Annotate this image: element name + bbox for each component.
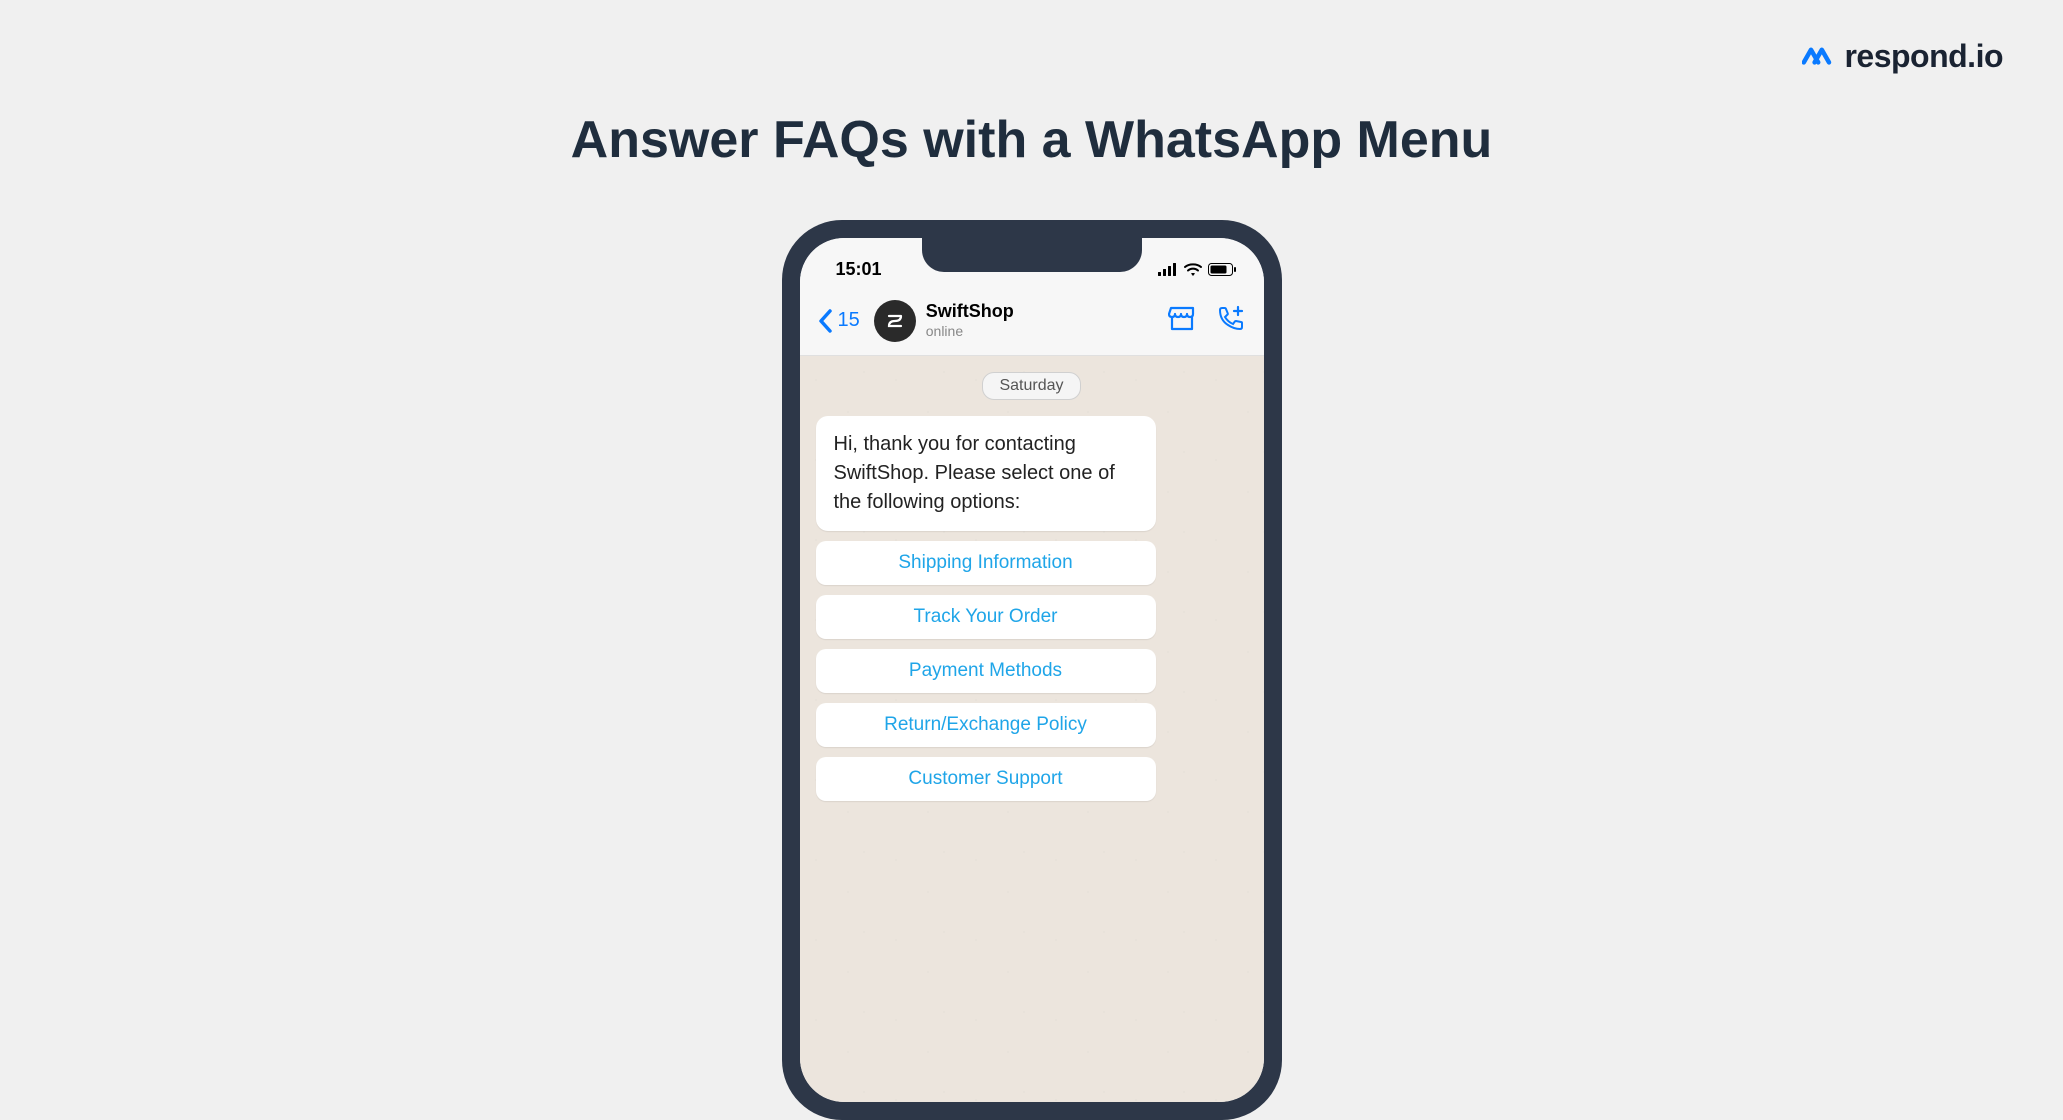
- avatar-logo-icon: [884, 310, 906, 332]
- wifi-icon: [1184, 263, 1202, 276]
- contact-name: SwiftShop: [926, 301, 1158, 323]
- status-time: 15:01: [836, 259, 882, 280]
- menu-option-support[interactable]: Customer Support: [816, 757, 1156, 801]
- bot-message: Hi, thank you for contacting SwiftShop. …: [816, 416, 1156, 531]
- back-count[interactable]: 15: [838, 309, 860, 332]
- storefront-icon: [1168, 305, 1196, 331]
- call-button[interactable]: [1218, 305, 1246, 336]
- battery-icon: [1208, 263, 1236, 276]
- contact-status: online: [926, 323, 1158, 340]
- phone-frame: 15:01: [782, 220, 1282, 1120]
- page-title: Answer FAQs with a WhatsApp Menu: [571, 110, 1493, 170]
- shop-button[interactable]: [1168, 305, 1196, 336]
- respond-logo-icon: [1802, 44, 1838, 70]
- brand-logo-text: respond.io: [1844, 38, 2003, 75]
- chevron-left-icon: [818, 309, 832, 333]
- phone-mockup: 15:01: [782, 220, 1282, 1120]
- phone-screen: 15:01: [800, 238, 1264, 1102]
- brand-logo: respond.io: [1802, 38, 2003, 75]
- signal-icon: [1158, 263, 1178, 276]
- contact-avatar[interactable]: [874, 300, 916, 342]
- date-label: Saturday: [982, 372, 1080, 400]
- status-indicators: [1158, 263, 1236, 276]
- header-actions: [1168, 305, 1246, 336]
- menu-option-return-policy[interactable]: Return/Exchange Policy: [816, 703, 1156, 747]
- chat-header: 15 SwiftShop online: [800, 286, 1264, 356]
- phone-notch: [922, 238, 1142, 272]
- menu-option-track-order[interactable]: Track Your Order: [816, 595, 1156, 639]
- contact-info[interactable]: SwiftShop online: [926, 301, 1158, 339]
- back-button[interactable]: [818, 309, 832, 333]
- menu-option-payment[interactable]: Payment Methods: [816, 649, 1156, 693]
- phone-plus-icon: [1218, 305, 1246, 331]
- menu-option-shipping[interactable]: Shipping Information: [816, 541, 1156, 585]
- chat-body: Saturday Hi, thank you for contacting Sw…: [800, 356, 1264, 1102]
